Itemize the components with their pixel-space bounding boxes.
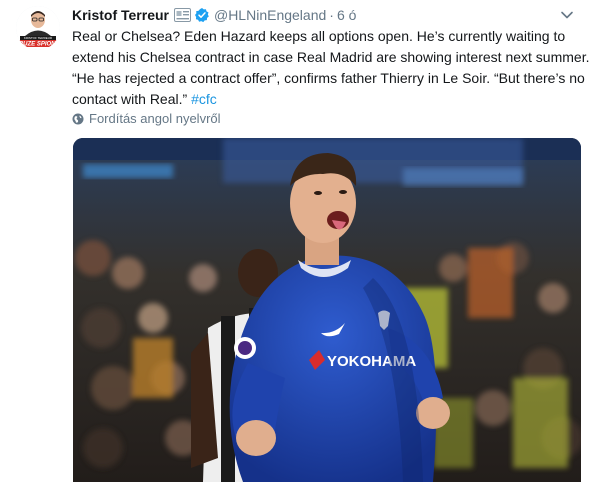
tweet-header: Kristof Terreur @HLNinEngeland · 6 ó — [72, 6, 356, 24]
id-card-icon — [173, 8, 191, 26]
avatar-image: KRISTOF TERREUR BUZE SPIONI — [16, 6, 60, 50]
author-name[interactable]: Kristof Terreur — [72, 7, 169, 23]
translate-label: Fordítás angol nyelvről — [89, 111, 221, 126]
tweet-text-line-4: contact with Real.” #cfc — [72, 89, 582, 110]
tweet-text-line-4-text: contact with Real.” — [72, 91, 192, 107]
avatar-big-text: BUZE SPIONI — [19, 42, 58, 48]
chevron-down-icon[interactable] — [558, 6, 576, 24]
tweet-timestamp[interactable]: 6 ó — [337, 7, 356, 23]
translate-link[interactable]: Fordítás angol nyelvről — [72, 111, 221, 127]
tweet-text-line-1: Real or Chelsea? Eden Hazard keeps all o… — [72, 28, 566, 44]
avatar[interactable]: KRISTOF TERREUR BUZE SPIONI — [16, 6, 60, 50]
tweet-text-line-2: extend his Chelsea contract in case Real… — [72, 49, 590, 65]
author-handle[interactable]: @HLNinEngeland — [214, 7, 326, 23]
photo-image: YOKOHAMA — [73, 138, 581, 482]
verified-badge-icon — [194, 7, 210, 27]
globe-icon — [72, 113, 84, 129]
hashtag-link[interactable]: #cfc — [191, 91, 217, 107]
tweet-text: Real or Chelsea? Eden Hazard keeps all o… — [72, 26, 590, 110]
avatar-small-text: KRISTOF TERREUR — [24, 36, 53, 40]
tweet-text-line-3: “He has rejected a contract offer”, conf… — [72, 70, 585, 86]
tweet-photo[interactable]: YOKOHAMA — [73, 138, 581, 482]
header-separator: · — [329, 7, 334, 23]
tweet: KRISTOF TERREUR BUZE SPIONI Kristof Terr… — [0, 0, 590, 482]
